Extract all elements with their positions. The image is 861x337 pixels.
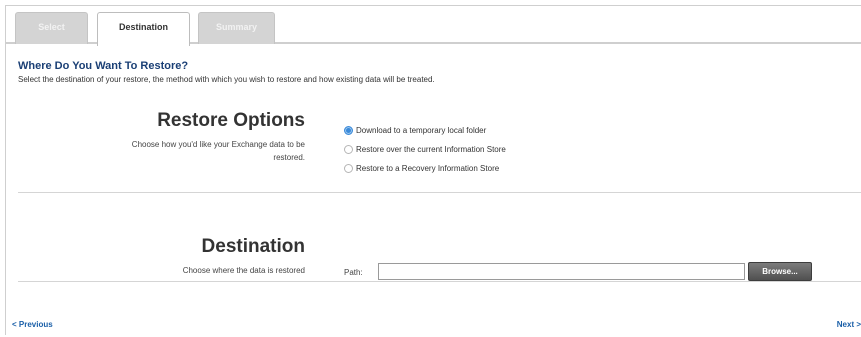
tab-select[interactable]: Select	[15, 12, 88, 44]
radio-button[interactable]	[344, 145, 353, 154]
path-input[interactable]	[378, 263, 745, 280]
radio-option-restore-over-current[interactable]: Restore over the current Information Sto…	[344, 140, 506, 159]
section-divider	[18, 281, 861, 282]
path-label: Path:	[344, 268, 363, 277]
page-subtitle: Select the destination of your restore, …	[18, 75, 435, 84]
restore-method-radio-group: Download to a temporary local folder Res…	[344, 121, 506, 178]
next-link[interactable]: Next >	[837, 320, 861, 329]
radio-button[interactable]	[344, 164, 353, 173]
radio-button-checked[interactable]	[344, 126, 353, 135]
wizard-panel: Select Destination Summary Where Do You …	[5, 5, 861, 335]
page-title: Where Do You Want To Restore?	[18, 60, 189, 72]
radio-option-download-local[interactable]: Download to a temporary local folder	[344, 121, 506, 140]
tab-destination[interactable]: Destination	[97, 12, 190, 46]
destination-title: Destination	[201, 236, 305, 257]
radio-option-restore-recovery-store[interactable]: Restore to a Recovery Information Store	[344, 159, 506, 178]
tab-bar: Select Destination Summary	[6, 6, 861, 46]
browse-button[interactable]: Browse...	[748, 262, 812, 281]
destination-description: Choose where the data is restored	[182, 266, 305, 275]
radio-label: Restore to a Recovery Information Store	[356, 164, 500, 173]
previous-link[interactable]: < Previous	[12, 320, 53, 329]
restore-options-title: Restore Options	[157, 110, 305, 131]
radio-label: Download to a temporary local folder	[356, 126, 487, 135]
tab-summary[interactable]: Summary	[198, 12, 275, 44]
restore-options-description: Choose how you'd like your Exchange data…	[131, 140, 305, 162]
radio-label: Restore over the current Information Sto…	[356, 145, 506, 154]
section-divider	[18, 192, 861, 193]
